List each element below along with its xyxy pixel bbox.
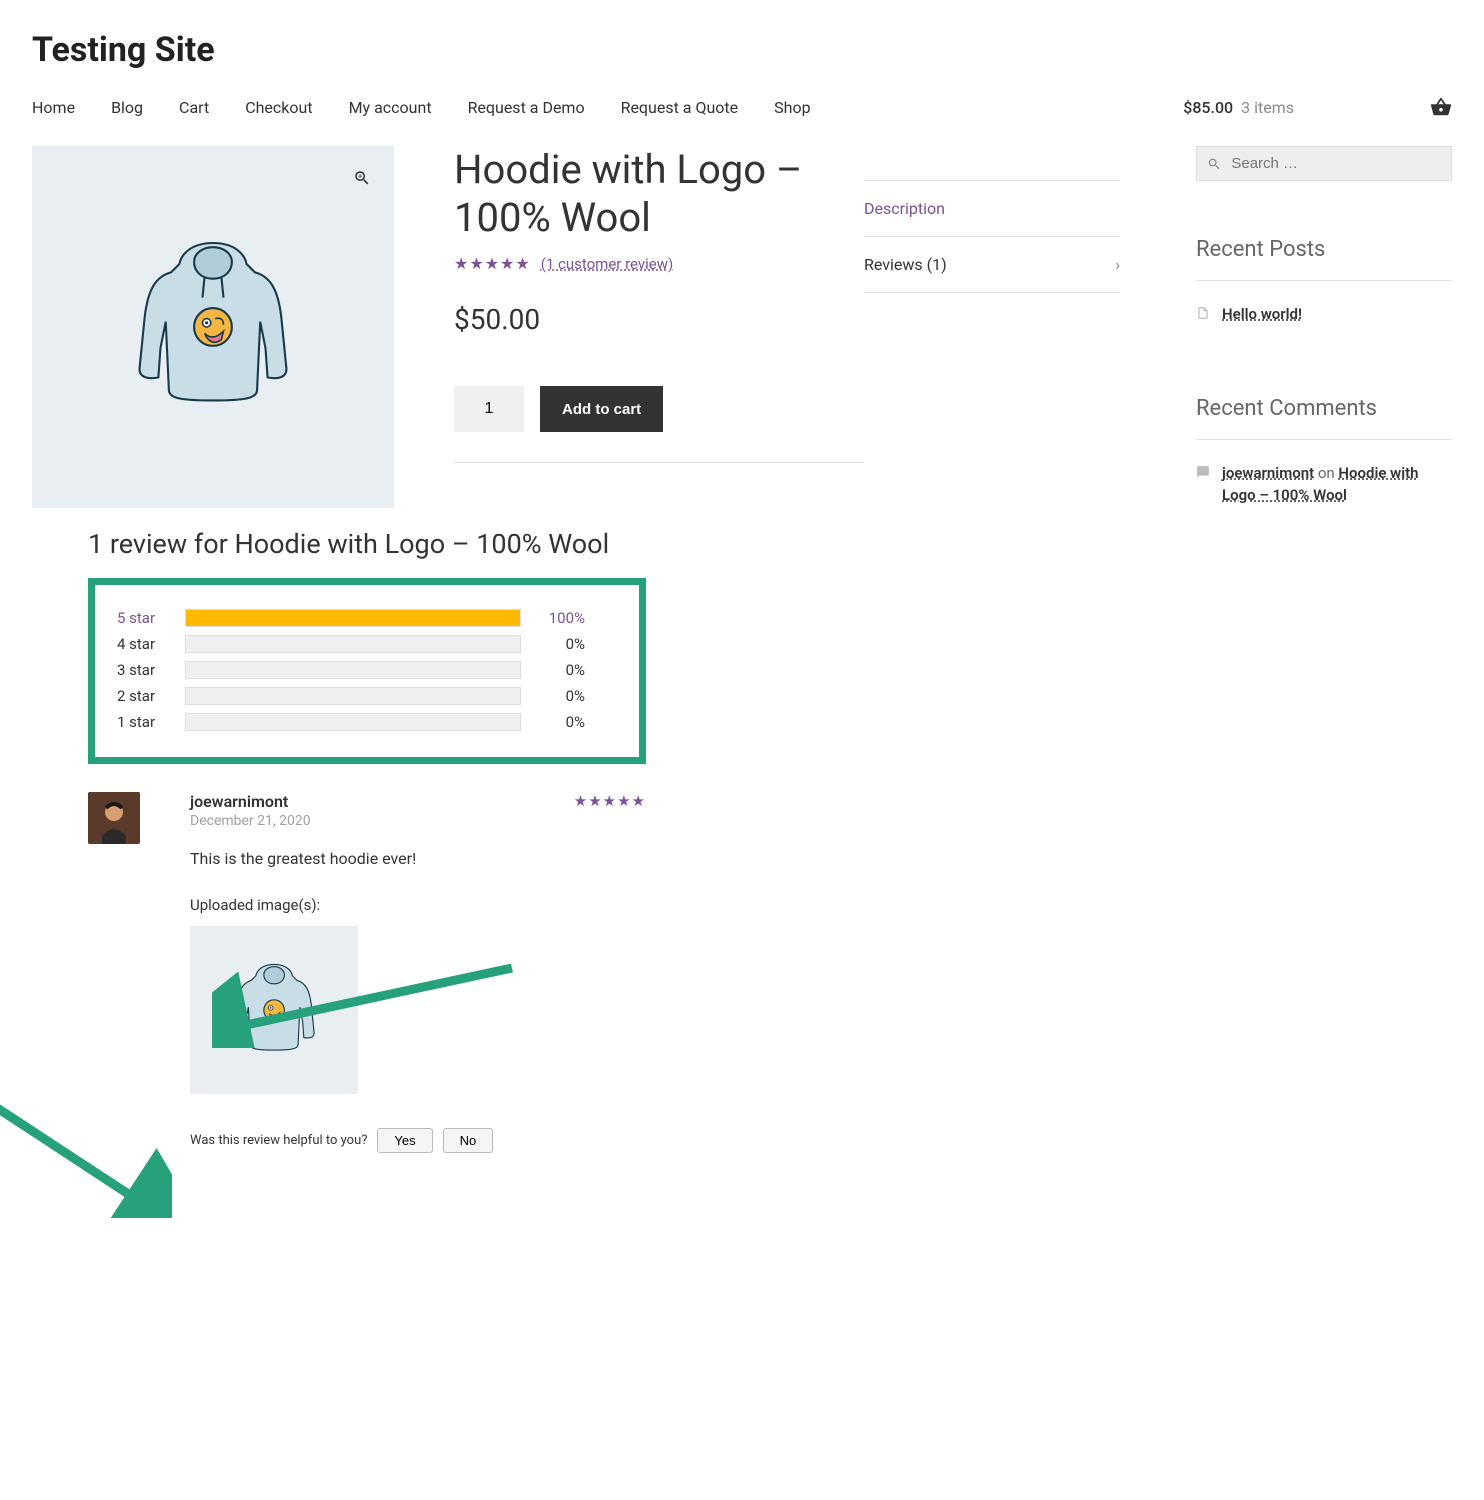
hoodie-illustration	[108, 222, 318, 432]
nav-cart[interactable]: Cart	[179, 98, 209, 117]
cart-items-count: 3 items	[1241, 98, 1294, 117]
comment-icon	[1196, 465, 1210, 479]
search-icon	[1207, 156, 1221, 172]
rating-histogram: 5 star 100% 4 star 0% 3 star 0%	[88, 578, 646, 764]
nav-my-account[interactable]: My account	[349, 98, 432, 117]
review-star-rating: ★★★★★	[574, 792, 646, 810]
recent-post-item[interactable]: Hello world!	[1196, 303, 1452, 326]
review-text: This is the greatest hoodie ever!	[190, 849, 646, 868]
product-image[interactable]	[32, 146, 394, 508]
review-count-link[interactable]: (1 customer review)	[541, 255, 674, 273]
histogram-row-4[interactable]: 4 star 0%	[117, 635, 585, 653]
helpful-question: Was this review helpful to you?	[190, 1133, 367, 1148]
histogram-row-2[interactable]: 2 star 0%	[117, 687, 585, 705]
quantity-input[interactable]	[454, 386, 524, 432]
uploaded-images-label: Uploaded image(s):	[190, 896, 646, 914]
search-input[interactable]	[1231, 155, 1441, 172]
document-icon	[1196, 306, 1210, 320]
chevron-right-icon: ›	[1115, 255, 1120, 274]
helpful-yes-button[interactable]: Yes	[377, 1128, 432, 1153]
recent-comments-heading: Recent Comments	[1196, 396, 1452, 421]
cart-amount: $85.00	[1183, 98, 1233, 117]
search-box[interactable]	[1196, 146, 1452, 181]
histogram-row-1[interactable]: 1 star 0%	[117, 713, 585, 731]
nav-request-demo[interactable]: Request a Demo	[468, 98, 585, 117]
reviewer-name: joewarnimont	[190, 792, 311, 811]
histogram-row-5[interactable]: 5 star 100%	[117, 609, 585, 627]
primary-nav: Home Blog Cart Checkout My account Reque…	[32, 98, 811, 117]
recent-comment-item[interactable]: joewarnimont on Hoodie with Logo – 100% …	[1196, 462, 1452, 507]
tab-reviews-label: Reviews (1)	[864, 255, 947, 274]
nav-checkout[interactable]: Checkout	[245, 98, 312, 117]
tab-reviews[interactable]: Reviews (1) ›	[864, 236, 1120, 293]
basket-icon	[1430, 96, 1452, 118]
nav-request-quote[interactable]: Request a Quote	[621, 98, 739, 117]
reviewer-avatar	[88, 792, 140, 844]
star-rating: ★★★★★	[454, 254, 531, 273]
tab-description-label: Description	[864, 199, 945, 218]
nav-home[interactable]: Home	[32, 98, 75, 117]
product-price: $50.00	[454, 303, 864, 336]
product-title: Hoodie with Logo – 100% Wool	[454, 146, 864, 242]
site-title[interactable]: Testing Site	[32, 0, 1452, 78]
helpful-no-button[interactable]: No	[443, 1128, 494, 1153]
reviews-heading: 1 review for Hoodie with Logo – 100% Woo…	[88, 528, 646, 560]
review-date: December 21, 2020	[190, 813, 311, 829]
histogram-row-3[interactable]: 3 star 0%	[117, 661, 585, 679]
recent-posts-heading: Recent Posts	[1196, 237, 1452, 262]
nav-blog[interactable]: Blog	[111, 98, 143, 117]
tab-description[interactable]: Description	[864, 180, 1120, 236]
annotation-arrow-icon	[212, 958, 532, 1048]
magnify-icon[interactable]	[348, 164, 376, 192]
header-cart[interactable]: $85.00 3 items	[1183, 96, 1452, 118]
annotation-arrow-icon	[0, 1088, 172, 1218]
header-row: Home Blog Cart Checkout My account Reque…	[32, 78, 1452, 146]
helpful-row: Was this review helpful to you? Yes No	[190, 1128, 646, 1153]
add-to-cart-button[interactable]: Add to cart	[540, 386, 663, 432]
nav-shop[interactable]: Shop	[774, 98, 810, 117]
